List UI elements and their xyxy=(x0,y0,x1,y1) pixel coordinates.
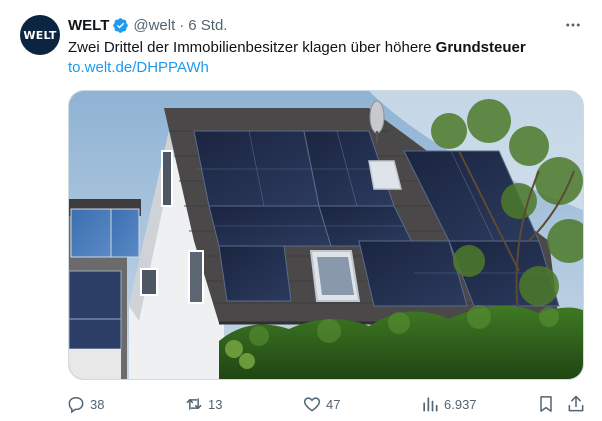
views-button[interactable]: 6.937 xyxy=(420,391,477,417)
like-icon xyxy=(303,397,321,412)
like-count: 47 xyxy=(326,396,341,412)
tweet-header: WELT @welt · 6 Std. xyxy=(68,14,227,36)
tweet-text-plain: Zwei Drittel der Immobilienbesitzer klag… xyxy=(68,39,436,56)
bookmark-button[interactable] xyxy=(536,391,560,417)
avatar[interactable]: WELT xyxy=(20,15,60,55)
views-icon xyxy=(423,397,438,412)
more-icon[interactable] xyxy=(562,14,584,36)
author-name[interactable]: WELT xyxy=(68,17,109,34)
repost-icon xyxy=(186,398,202,410)
repost-count: 13 xyxy=(208,396,223,412)
tweet-timestamp[interactable]: 6 Std. xyxy=(188,17,227,34)
tweet-actions: 38 13 47 6.937 xyxy=(66,391,590,417)
tweet-text-bold: Grundsteuer xyxy=(435,39,526,56)
tweet-text: Zwei Drittel der Immobilienbesitzer klag… xyxy=(68,38,526,58)
like-button[interactable]: 47 xyxy=(302,391,340,417)
repost-button[interactable]: 13 xyxy=(184,391,222,417)
tweet-media-image[interactable] xyxy=(68,90,584,380)
share-button[interactable] xyxy=(566,391,590,417)
avatar-logo-text: WELT xyxy=(23,28,57,42)
reply-button[interactable]: 38 xyxy=(66,391,104,417)
views-count: 6.937 xyxy=(444,396,477,412)
house-solar-photo xyxy=(69,91,583,379)
reply-count: 38 xyxy=(90,396,105,412)
reply-icon xyxy=(68,396,84,414)
header-separator: · xyxy=(179,16,185,34)
bookmark-icon xyxy=(540,396,552,412)
tweet[interactable]: WELT WELT @welt · 6 Std. Zwei Drittel de… xyxy=(0,0,602,421)
author-handle[interactable]: @welt xyxy=(133,17,175,34)
tweet-link[interactable]: to.welt.de/DHPPAWh xyxy=(68,58,209,78)
share-icon xyxy=(568,395,584,412)
verified-badge-icon[interactable] xyxy=(112,17,129,34)
